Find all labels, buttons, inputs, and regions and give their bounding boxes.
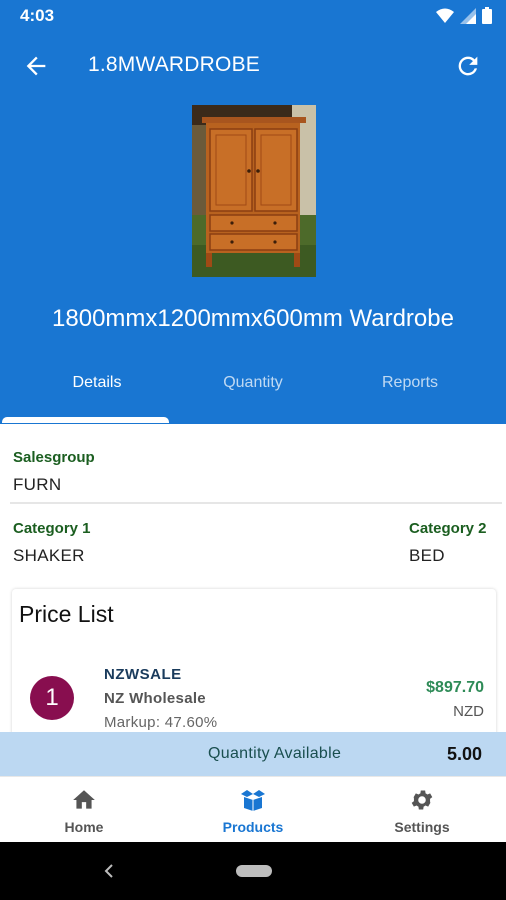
price-list-title: Price List: [19, 601, 114, 627]
category1-value: SHAKER: [13, 546, 85, 565]
category2-value: BED: [409, 546, 445, 565]
category2-label: Category 2: [409, 520, 487, 537]
tab-reports[interactable]: Reports: [326, 374, 494, 392]
price-description: NZ Wholesale: [104, 690, 206, 707]
price-currency: NZD: [453, 703, 484, 720]
salesgroup-label: Salesgroup: [13, 449, 95, 466]
status-icons: [436, 7, 492, 24]
tab-details[interactable]: Details: [13, 374, 181, 392]
price-code: NZWSALE: [104, 666, 182, 683]
nav-home[interactable]: Home: [0, 777, 168, 843]
tab-bar: Details Quantity Reports: [0, 360, 506, 424]
signal-icon: [460, 7, 476, 24]
gear-icon: [411, 790, 433, 810]
product-name: 1800mmx1200mmx600mm Wardrobe: [52, 305, 454, 332]
box-icon: [241, 790, 265, 811]
price-value: $897.70: [426, 679, 484, 696]
category1-label: Category 1: [13, 520, 91, 537]
quantity-available-label: Quantity Available: [208, 745, 342, 762]
salesgroup-value: FURN: [13, 475, 62, 494]
price-rank-badge: 1: [30, 676, 74, 720]
system-back-icon[interactable]: [100, 862, 118, 880]
battery-icon: [482, 7, 492, 24]
status-time: 4:03: [20, 6, 55, 25]
tab-indicator: [2, 417, 169, 423]
nav-products[interactable]: Products: [169, 777, 337, 843]
nav-settings[interactable]: Settings: [338, 777, 506, 843]
bottom-nav: Home Products Settings: [0, 776, 506, 842]
nav-settings-label: Settings: [394, 819, 450, 835]
tab-quantity[interactable]: Quantity: [169, 374, 337, 392]
wifi-icon: [436, 8, 454, 23]
nav-products-label: Products: [222, 819, 284, 835]
status-bar: 4:03: [0, 0, 506, 32]
home-icon: [73, 790, 95, 809]
app-bar: 1.8MWARDROBE: [0, 32, 506, 100]
system-home-pill[interactable]: [236, 865, 272, 877]
price-list-card: Price List 1 NZWSALE NZ Wholesale Markup…: [12, 589, 496, 749]
nav-home-label: Home: [64, 819, 104, 835]
arrow-back-icon[interactable]: [22, 52, 50, 80]
quantity-available-bar: Quantity Available 5.00: [0, 732, 506, 776]
refresh-icon[interactable]: [454, 52, 482, 80]
system-nav-bar: [0, 842, 506, 900]
quantity-available-value: 5.00: [446, 744, 482, 764]
page-title: 1.8MWARDROBE: [88, 53, 260, 76]
divider: [10, 502, 502, 504]
price-markup: Markup: 47.60%: [104, 714, 218, 731]
wardrobe-photo: [192, 105, 316, 277]
